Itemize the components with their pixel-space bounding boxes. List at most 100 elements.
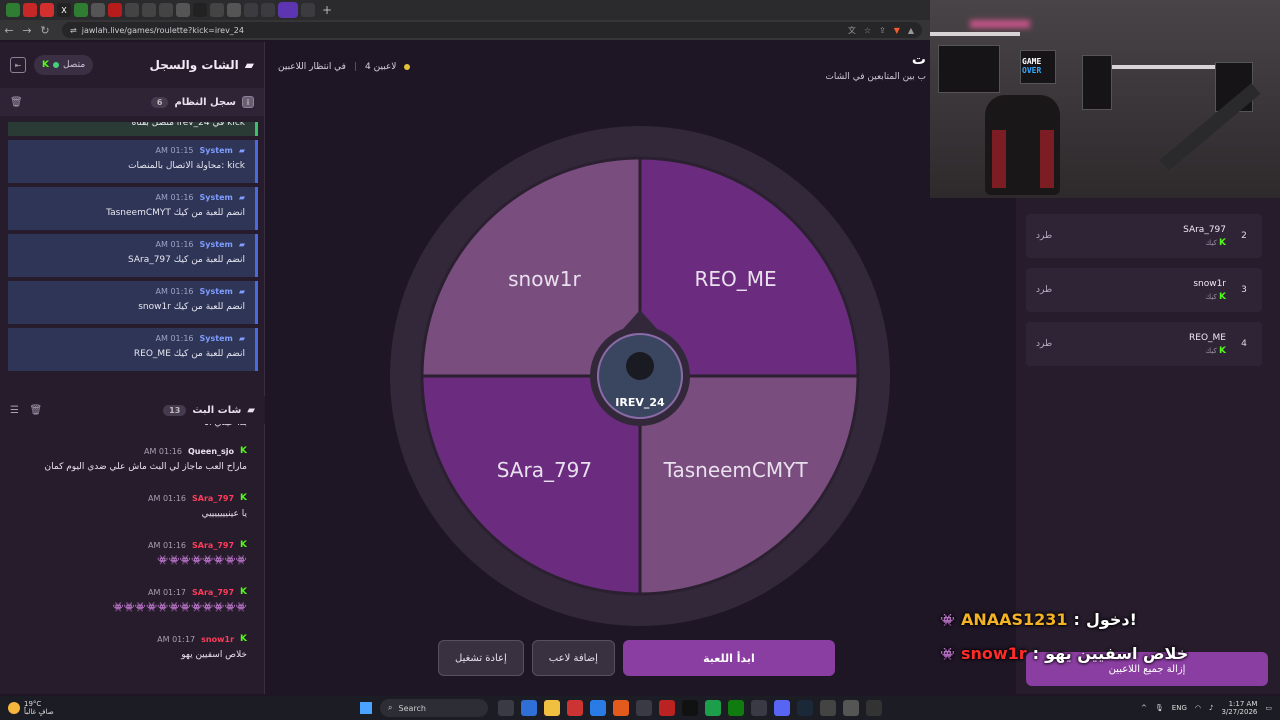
system-icon: ▰: [238, 146, 245, 155]
system-log-header[interactable]: 🗑 6 سجل النظام i: [0, 88, 264, 116]
log-item: AM 01:16 System ▰ TasneemCMYT انضم للعبة من…: [8, 187, 258, 230]
player-name: SAra_797: [1183, 224, 1226, 235]
start-game-button[interactable]: ابدأ اللعبة: [622, 640, 835, 676]
chat-username[interactable]: SAra_797: [192, 541, 234, 550]
brave-icon[interactable]: [613, 700, 629, 716]
add-player-button[interactable]: إضافة لاعب: [531, 640, 615, 676]
discord-icon[interactable]: [774, 700, 790, 716]
file-explorer-icon[interactable]: [544, 700, 560, 716]
windows-start-icon[interactable]: [360, 702, 372, 714]
chat-username[interactable]: SAra_797: [192, 494, 234, 503]
browser-tab[interactable]: [193, 3, 207, 17]
collapse-panel-icon[interactable]: ⇤: [10, 57, 26, 73]
system-tray: ^ 🎙 ENG ◠ ♪ 1:17 AM 3/27/2026 ▭: [1141, 700, 1280, 716]
roulette-game-area: في انتظار اللاعبين | 4 لاعبين ت ب بين ال…: [266, 42, 1016, 694]
mic-icon[interactable]: 🎙: [1155, 704, 1164, 712]
system-log-title: سجل النظام: [174, 96, 236, 108]
back-icon[interactable]: ←: [0, 24, 18, 37]
brave-rewards-icon[interactable]: ▲: [908, 26, 914, 35]
browser-tab[interactable]: [74, 3, 88, 17]
browser-tab[interactable]: [125, 3, 139, 17]
notifications-icon[interactable]: ▭: [1265, 704, 1272, 712]
weather-desc: صافٍ غالباً: [24, 708, 54, 716]
browser-tab[interactable]: [91, 3, 105, 17]
online-dot-icon: [52, 62, 59, 68]
system-log-list[interactable]: متصل بقناة irev_24 في kick AM 01:15 System…: [8, 122, 258, 380]
filter-icon[interactable]: ☰: [10, 405, 19, 416]
player-number: 4: [1241, 339, 1247, 349]
clock[interactable]: 1:17 AM 3/27/2026: [1221, 700, 1257, 716]
browser-tab[interactable]: [227, 3, 241, 17]
forward-icon[interactable]: →: [18, 24, 36, 37]
browser-tab[interactable]: [244, 3, 258, 17]
obs-icon[interactable]: [866, 700, 882, 716]
app-icon[interactable]: [659, 700, 675, 716]
kick-player-button[interactable]: طرد: [1036, 285, 1052, 295]
clear-log-trash-icon[interactable]: 🗑: [10, 97, 23, 108]
chat-time: AM 01:16: [148, 540, 187, 550]
task-view-icon[interactable]: [498, 700, 514, 716]
new-tab-button[interactable]: +: [322, 3, 332, 17]
share-icon[interactable]: ⇪: [879, 26, 886, 35]
steam-icon[interactable]: [797, 700, 813, 716]
clear-chat-trash-icon[interactable]: 🗑: [29, 405, 42, 416]
browser-tab[interactable]: [6, 3, 20, 17]
store-icon[interactable]: [590, 700, 606, 716]
stream-chat-list[interactable]: بدا عيدي انا AM 01:16 Queen_sjo K ماراح العب…: [0, 424, 265, 694]
stream-chat-header[interactable]: ☰ 🗑 13 شات البث ▰: [0, 396, 265, 424]
log-item: AM 01:16 System ▰ SAra_797 انضم للعبة من كي…: [8, 234, 258, 277]
url-input[interactable]: ⇌ jawlah.live/games/roulette?kick=irev_2…: [62, 22, 922, 38]
wall-poster: [1082, 55, 1112, 110]
browser-tab[interactable]: [40, 3, 54, 17]
app-icon[interactable]: [567, 700, 583, 716]
app-icon[interactable]: [682, 700, 698, 716]
player-platform: كيك: [1205, 292, 1217, 301]
volume-icon[interactable]: ♪: [1209, 704, 1213, 712]
app-icon[interactable]: [820, 700, 836, 716]
edge-icon[interactable]: [521, 700, 537, 716]
browser-tab[interactable]: [176, 3, 190, 17]
system-icon: ▰: [238, 240, 245, 249]
browser-tab[interactable]: X: [57, 3, 71, 17]
app-icon[interactable]: [751, 700, 767, 716]
app-icon[interactable]: [636, 700, 652, 716]
wifi-icon[interactable]: ◠: [1195, 704, 1201, 712]
wheel-segment-label: SAra_797: [497, 458, 592, 482]
log-text: متصل بقناة irev_24 في kick: [131, 122, 245, 128]
roulette-wheel[interactable]: REO_ME TasneemCMYT SAra_797 snow1r IREV_24: [390, 126, 890, 626]
chat-username[interactable]: SAra_797: [192, 588, 234, 597]
xbox-icon[interactable]: [728, 700, 744, 716]
player-platform: كيك: [1205, 346, 1217, 355]
kick-player-button[interactable]: طرد: [1036, 339, 1052, 349]
browser-tab[interactable]: [261, 3, 275, 17]
browser-tab[interactable]: [278, 2, 298, 18]
kick-icon: K: [240, 540, 247, 550]
overlay-text: دخول!: [1085, 610, 1137, 629]
restart-button[interactable]: إعادة تشغيل: [438, 640, 524, 676]
app-icon[interactable]: [843, 700, 859, 716]
weather-widget[interactable]: 19°C صافٍ غالباً: [0, 700, 360, 716]
browser-tab[interactable]: [159, 3, 173, 17]
chat-username[interactable]: Queen_sjo: [188, 447, 234, 456]
bookmark-icon[interactable]: ☆: [864, 26, 871, 35]
chat-username[interactable]: snow1r: [201, 635, 234, 644]
kick-player-button[interactable]: طرد: [1036, 231, 1052, 241]
browser-tab[interactable]: [142, 3, 156, 17]
connection-status-text: متصل: [62, 60, 86, 70]
language-indicator[interactable]: ENG: [1172, 704, 1187, 712]
brave-shield-icon[interactable]: ▼: [894, 26, 900, 35]
browser-tab[interactable]: [108, 3, 122, 17]
site-info-icon[interactable]: ⇌: [70, 26, 77, 35]
chevron-up-icon[interactable]: ^: [1141, 704, 1147, 712]
rgb-light: [970, 20, 1030, 28]
log-text: REO_ME انضم للعبة من كيك: [133, 349, 245, 359]
translate-icon[interactable]: 文: [848, 25, 856, 36]
browser-tab[interactable]: [210, 3, 224, 17]
browser-tab[interactable]: [301, 3, 315, 17]
browser-tab[interactable]: [23, 3, 37, 17]
status-dot-icon: [404, 64, 411, 70]
kick-icon: K: [1219, 237, 1226, 248]
taskbar-search[interactable]: ⌕ Search: [380, 699, 488, 717]
reload-icon[interactable]: ↻: [36, 24, 54, 37]
whatsapp-icon[interactable]: [705, 700, 721, 716]
